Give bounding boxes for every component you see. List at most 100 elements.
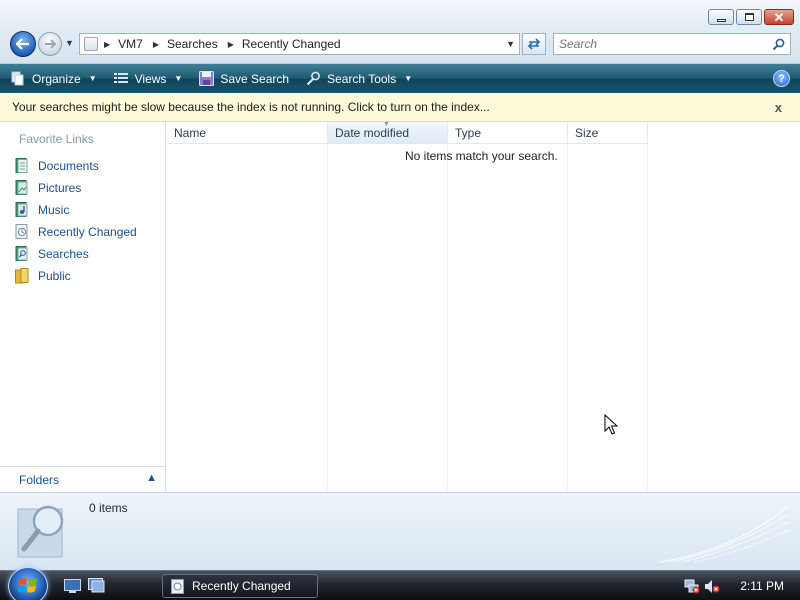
switch-windows-button[interactable] [88,578,105,593]
refresh-icon [527,38,541,50]
column-label: Name [174,125,207,140]
switch-windows-icon [88,578,105,593]
favorite-links-header: Favorite Links [19,132,94,146]
forward-button[interactable] [38,32,62,56]
column-header-date-modified[interactable]: ▼ Date modified [328,121,448,144]
recently-changed-icon [14,224,30,240]
pictures-icon [14,180,30,196]
views-icon [113,71,129,87]
column-divider [647,144,648,492]
recently-changed-icon [171,578,184,594]
column-header-name[interactable]: Name [167,122,328,144]
nav-item-label: Searches [38,247,89,261]
close-button[interactable]: ✕ [764,9,794,25]
chevron-down-icon: ▼ [174,74,183,83]
command-bar: Organize ▼ Views ▼ Save Search Search To… [0,64,800,93]
maximize-button[interactable] [736,9,762,25]
column-header-type[interactable]: Type [448,122,568,144]
organize-button[interactable]: Organize ▼ [4,67,103,91]
column-header-size[interactable]: Size [568,122,648,144]
search-tools-icon [305,71,321,87]
breadcrumb-separator-icon[interactable]: ▶ [228,40,234,49]
details-pane: 0 items [0,492,800,570]
item-count: 0 items [89,501,128,515]
search-input[interactable] [554,35,769,53]
explorer-window: ✕ ▼ ▶ VM7 ▶ Searches ▶ Recently Changed … [0,0,800,570]
breadcrumb-recently-changed[interactable]: Recently Changed [242,37,341,51]
nav-item-label: Pictures [38,181,82,195]
decorative-swoosh [660,505,789,563]
help-button[interactable]: ? [773,70,790,87]
nav-item-recently-changed[interactable]: Recently Changed [14,221,137,243]
arrow-left-icon [16,38,29,50]
taskbar: Recently Changed 2:11 PM [0,567,800,600]
system-tray: 2:11 PM [684,571,800,600]
title-bar: ✕ ▼ ▶ VM7 ▶ Searches ▶ Recently Changed … [0,0,800,64]
sort-arrow-icon: ▼ [383,121,390,128]
windows-logo-icon [18,578,37,593]
nav-item-searches[interactable]: Searches [14,243,137,265]
caption-buttons: ✕ [708,9,794,25]
save-search-button[interactable]: Save Search [192,67,295,91]
organize-icon [10,71,26,87]
breadcrumb-separator-icon[interactable]: ▶ [104,40,110,49]
breadcrumb: ▶ VM7 ▶ Searches ▶ Recently Changed [104,37,351,51]
mouse-cursor-icon [604,414,618,435]
public-folder-icon [14,268,30,284]
nav-item-label: Documents [38,159,99,173]
nav-item-label: Recently Changed [38,225,137,239]
save-search-label: Save Search [220,71,290,86]
column-label: Type [455,125,482,140]
search-tools-button[interactable]: Search Tools ▼ [299,67,418,91]
start-button[interactable] [8,567,48,600]
taskbar-button-recently-changed[interactable]: Recently Changed [162,574,318,598]
chevron-down-icon: ▼ [404,74,413,83]
search-tools-label: Search Tools [327,71,397,86]
clock[interactable]: 2:11 PM [740,579,784,593]
searches-icon [14,246,30,262]
organize-label: Organize [32,71,81,86]
breadcrumb-separator-icon[interactable]: ▶ [153,40,159,49]
folders-label: Folders [19,472,60,487]
taskbar-button-label: Recently Changed [192,579,291,593]
nav-item-public[interactable]: Public [14,265,137,287]
nav-item-music[interactable]: Music [14,199,137,221]
minimize-button[interactable] [708,9,734,25]
navigation-pane: Favorite Links Documents Pictures Music [0,122,166,492]
info-bar-message: Your searches might be slow because the … [12,100,490,114]
save-disk-icon [198,71,214,87]
column-divider [327,144,328,492]
folders-toggle[interactable]: Folders ▲ [0,466,165,492]
nav-item-label: Public [38,269,71,283]
nav-item-documents[interactable]: Documents [14,155,137,177]
recent-pages-dropdown[interactable]: ▼ [65,38,74,48]
breadcrumb-vm7[interactable]: VM7 [118,37,143,51]
empty-results-message: No items match your search. [405,149,558,163]
index-info-bar[interactable]: Your searches might be slow because the … [0,93,800,122]
search-icon[interactable] [769,35,787,53]
address-bar[interactable]: ▶ VM7 ▶ Searches ▶ Recently Changed ▼ [79,33,520,55]
back-button[interactable] [10,31,36,57]
search-folder-icon [84,37,98,51]
views-label: Views [134,71,167,86]
search-box [553,33,791,55]
show-desktop-icon [64,578,81,593]
file-list[interactable]: Name ▼ Date modified Type Size No items … [167,121,800,492]
chevron-down-icon: ▼ [88,74,97,83]
nav-item-pictures[interactable]: Pictures [14,177,137,199]
minimize-icon [716,18,726,22]
info-bar-close-icon[interactable]: x [775,100,782,115]
show-desktop-button[interactable] [64,578,81,593]
volume-muted-icon[interactable] [704,578,720,594]
column-label: Date modified [335,125,410,140]
close-icon: ✕ [773,9,785,25]
network-disconnected-icon[interactable] [684,578,700,594]
address-dropdown-icon[interactable]: ▼ [506,39,515,49]
music-icon [14,202,30,218]
favorite-links-list: Documents Pictures Music Recently Change… [14,155,137,287]
refresh-button[interactable] [522,33,546,55]
views-button[interactable]: Views ▼ [107,67,189,91]
breadcrumb-searches[interactable]: Searches [167,37,218,51]
documents-icon [14,158,30,174]
maximize-icon [744,13,754,21]
